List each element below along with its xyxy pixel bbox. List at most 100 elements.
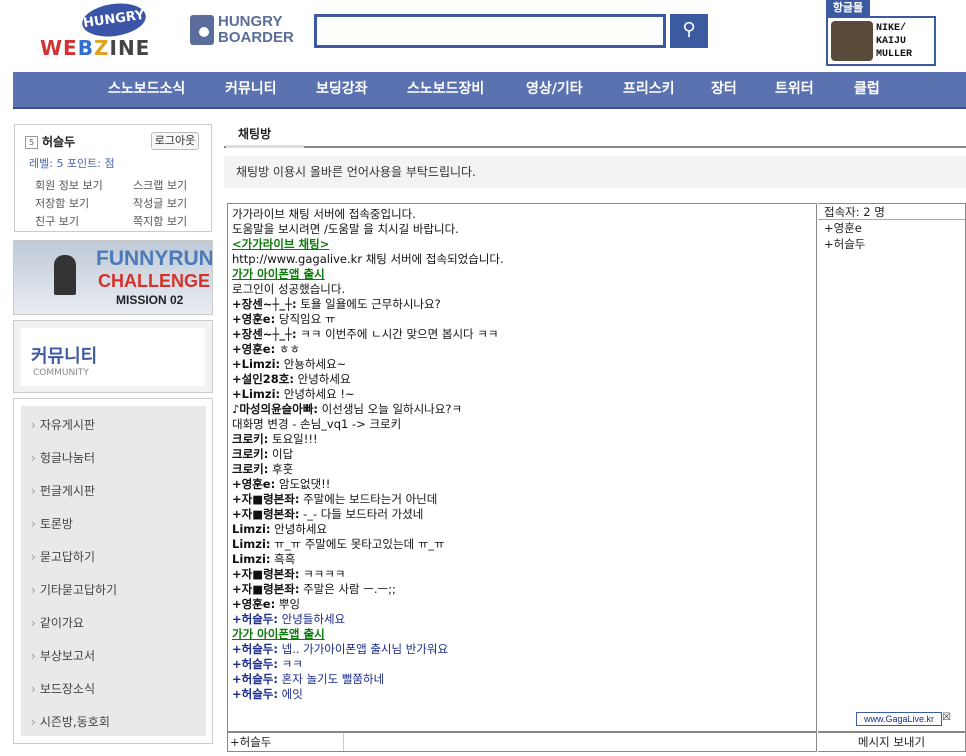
nav-item-snowboard-gear[interactable]: 스노보드장비: [407, 72, 484, 107]
menu-item-fun-posts[interactable]: 펀글게시판: [31, 482, 95, 499]
chat-nick: +자■령본좌:: [232, 492, 300, 506]
chat-text: 넵.. 가가아이폰앱 출시님 반가워요: [277, 642, 449, 656]
saved-link[interactable]: 저장함 보기: [35, 195, 133, 213]
nav-item-twitter[interactable]: 트위터: [775, 72, 814, 107]
community-menu: 자유게시판 헝글나눔터 펀글게시판 토론방 묻고답하기 기타묻고답하기 같이가요…: [13, 398, 213, 744]
user-list-item[interactable]: +허슬두: [818, 236, 965, 252]
chat-text: 가가라이브 채팅 서버에 접속중입니다.: [232, 207, 416, 221]
chat-message: +장센~┼_┼: 토욜 일욜에도 근무하시나요?: [232, 297, 812, 312]
nav-item-video-etc[interactable]: 영상/기타: [526, 72, 583, 107]
chat-nickname: +허슬두: [230, 733, 344, 751]
menu-item-other-qna[interactable]: 기타묻고답하기: [31, 581, 117, 598]
chat-message: +장센~┼_┼: ㅋㅋ 이번주에 ㄴ시간 맞으면 봅시다 ㅋㅋ: [232, 327, 812, 342]
chat-text: 후훗: [268, 462, 294, 476]
search-button[interactable]: ⚲: [670, 14, 708, 48]
chat-text: 이선생님 오늘 일하시나요?ㅋ: [318, 402, 463, 416]
community-subtitle: COMMUNITY: [33, 368, 89, 378]
nav-item-boarding-lessons[interactable]: 보딩강좌: [316, 72, 368, 107]
hungry-logo-badge: HUNGRY: [80, 0, 148, 41]
chat-text: 가가 아이폰앱 출시: [232, 267, 325, 281]
chat-nick: 크로키:: [232, 462, 269, 476]
chat-log[interactable]: 가가라이브 채팅 서버에 접속중입니다. 도움말을 보시려면 /도움말 을 치시길…: [227, 203, 817, 732]
my-posts-link[interactable]: 작성글 보기: [133, 195, 201, 213]
chat-tab-row: 채팅방: [224, 124, 966, 148]
hungry-boarder-logo[interactable]: HUNGRY BOARDER: [190, 14, 294, 48]
menu-item-free-board[interactable]: 자유게시판: [31, 416, 95, 433]
chat-message: ♪마성의윤슬아빠: 이선생님 오늘 일하시나요?ㅋ: [232, 402, 812, 417]
chat-text: -_- 다들 보드타러 가셨네: [299, 507, 424, 521]
chat-notice: 채팅방 이용시 올바른 언어사용을 부탁드립니다.: [224, 156, 966, 188]
chat-message: +영훈e: 뿌잉: [232, 597, 812, 612]
chat-message: 크로키: 후훗: [232, 462, 812, 477]
chat-nick: +자■령본좌:: [232, 567, 300, 581]
chat-text: ㅎㅎ: [275, 342, 301, 356]
user-list-item[interactable]: +영훈e: [818, 220, 965, 236]
chat-nick: +Limzi:: [232, 357, 281, 371]
hungry-webzine-logo[interactable]: HUNGRY WEBZINE: [40, 0, 152, 62]
boarder-logo-icon: [190, 15, 214, 45]
chat-text: ㅠ_ㅠ 주말에도 못타고있는데 ㅠ_ㅠ: [270, 537, 445, 551]
chat-nick: +장센~┼_┼:: [232, 297, 297, 311]
chat-message: +자■령본좌: 주말에는 보드타는거 아닌데: [232, 492, 812, 507]
chat-message: +영훈e: ㅎㅎ: [232, 342, 812, 357]
chat-text: 안뇽하세요~: [280, 357, 347, 371]
messages-link[interactable]: 쪽지함 보기: [133, 213, 201, 231]
chat-text: 이답: [268, 447, 294, 461]
chat-text: <가가라이브 채팅>: [232, 237, 330, 251]
chat-nick: 크로키:: [232, 432, 269, 446]
site-header: HUNGRY WEBZINE HUNGRY BOARDER ⚲ 항글몰 NIKE/…: [0, 0, 966, 72]
chat-text: 토요일!!!: [268, 432, 318, 446]
chat-message: http://www.gagalive.kr 채팅 서버에 접속되었습니다.: [232, 252, 812, 267]
nav-item-community[interactable]: 커뮤니티: [225, 72, 277, 107]
nav-item-club[interactable]: 클럽: [854, 72, 880, 107]
level-points: 레벨: 5 포인트: 점: [29, 157, 115, 170]
chat-link-line[interactable]: 가가 아이폰앱 출시: [232, 267, 812, 282]
chat-message: 가가라이브 채팅 서버에 접속중입니다.: [232, 207, 812, 222]
close-icon[interactable]: ☒: [942, 712, 952, 724]
username: 허슬두: [42, 135, 76, 149]
menu-item-go-together[interactable]: 같이가요: [31, 614, 84, 631]
chat-message: Limzi: 안녕하세요: [232, 522, 812, 537]
chat-nick: +허슬두:: [232, 687, 278, 701]
search-input[interactable]: [314, 14, 666, 48]
logout-button[interactable]: 로그아웃: [151, 132, 199, 150]
menu-item-sharing[interactable]: 헝글나눔터: [31, 449, 95, 466]
chat-text: 안녕하세요 !~: [280, 387, 355, 401]
chat-text: 암도없댓!!: [275, 477, 331, 491]
nav-item-freeski[interactable]: 프리스키: [623, 72, 675, 107]
funnyrun-banner[interactable]: FUNNYRUN CHALLENGE MISSION 02: [13, 240, 213, 315]
nav-item-market[interactable]: 장터: [711, 72, 737, 107]
menu-item-season-club[interactable]: 시즌방,동호회: [31, 713, 110, 730]
chat-nick: +허슬두:: [232, 657, 278, 671]
menu-item-qna[interactable]: 묻고답하기: [31, 548, 95, 565]
chat-nick: +Limzi:: [232, 387, 281, 401]
chat-text: 안녕하세요: [293, 372, 351, 386]
menu-item-injury-report[interactable]: 부상보고서: [31, 647, 95, 664]
chat-message: +자■령본좌: 주말은 사람 ㅡ.ㅡ;;: [232, 582, 812, 597]
member-info-link[interactable]: 회원 정보 보기: [35, 177, 133, 195]
tab-chatroom[interactable]: 채팅방: [226, 124, 304, 148]
chat-text: 주말은 사람 ㅡ.ㅡ;;: [299, 582, 396, 596]
chat-text: 안녕들하세요: [277, 612, 346, 626]
shop-ad-banner[interactable]: 항글몰 NIKE/KAIJU MULLER: [826, 0, 936, 66]
chat-nick: +자■령본좌:: [232, 507, 300, 521]
shop-ad-image: [831, 21, 873, 61]
chat-link-line[interactable]: <가가라이브 채팅>: [232, 237, 812, 252]
scrap-link[interactable]: 스크랩 보기: [133, 177, 201, 195]
chat-text: http://www.gagalive.kr 채팅 서버에 접속되었습니다.: [232, 252, 504, 266]
level-icon: 5: [25, 136, 38, 149]
chat-message-input[interactable]: [346, 733, 816, 751]
nav-item-snowboard-news[interactable]: 스노보드소식: [108, 72, 185, 107]
chat-message: +허슬두: ㅋㅋ: [232, 657, 812, 672]
send-message-button[interactable]: 메시지 보내기: [818, 732, 966, 752]
user-list: 접속자: 2 명 +영훈e +허슬두: [818, 203, 966, 732]
friends-link[interactable]: 친구 보기: [35, 213, 133, 231]
chat-nick: Limzi:: [232, 537, 271, 551]
menu-item-debate[interactable]: 토론방: [31, 515, 73, 532]
community-header: 커뮤니티 COMMUNITY: [13, 320, 213, 393]
gagalive-badge[interactable]: www.GagaLive.kr: [856, 712, 942, 726]
chat-nick: 크로키:: [232, 447, 269, 461]
chat-message: +허슬두: 넵.. 가가아이폰앱 출시님 반가워요: [232, 642, 812, 657]
chat-link-line[interactable]: 가가 아이폰앱 출시: [232, 627, 812, 642]
menu-item-resort-news[interactable]: 보드장소식: [31, 680, 95, 697]
